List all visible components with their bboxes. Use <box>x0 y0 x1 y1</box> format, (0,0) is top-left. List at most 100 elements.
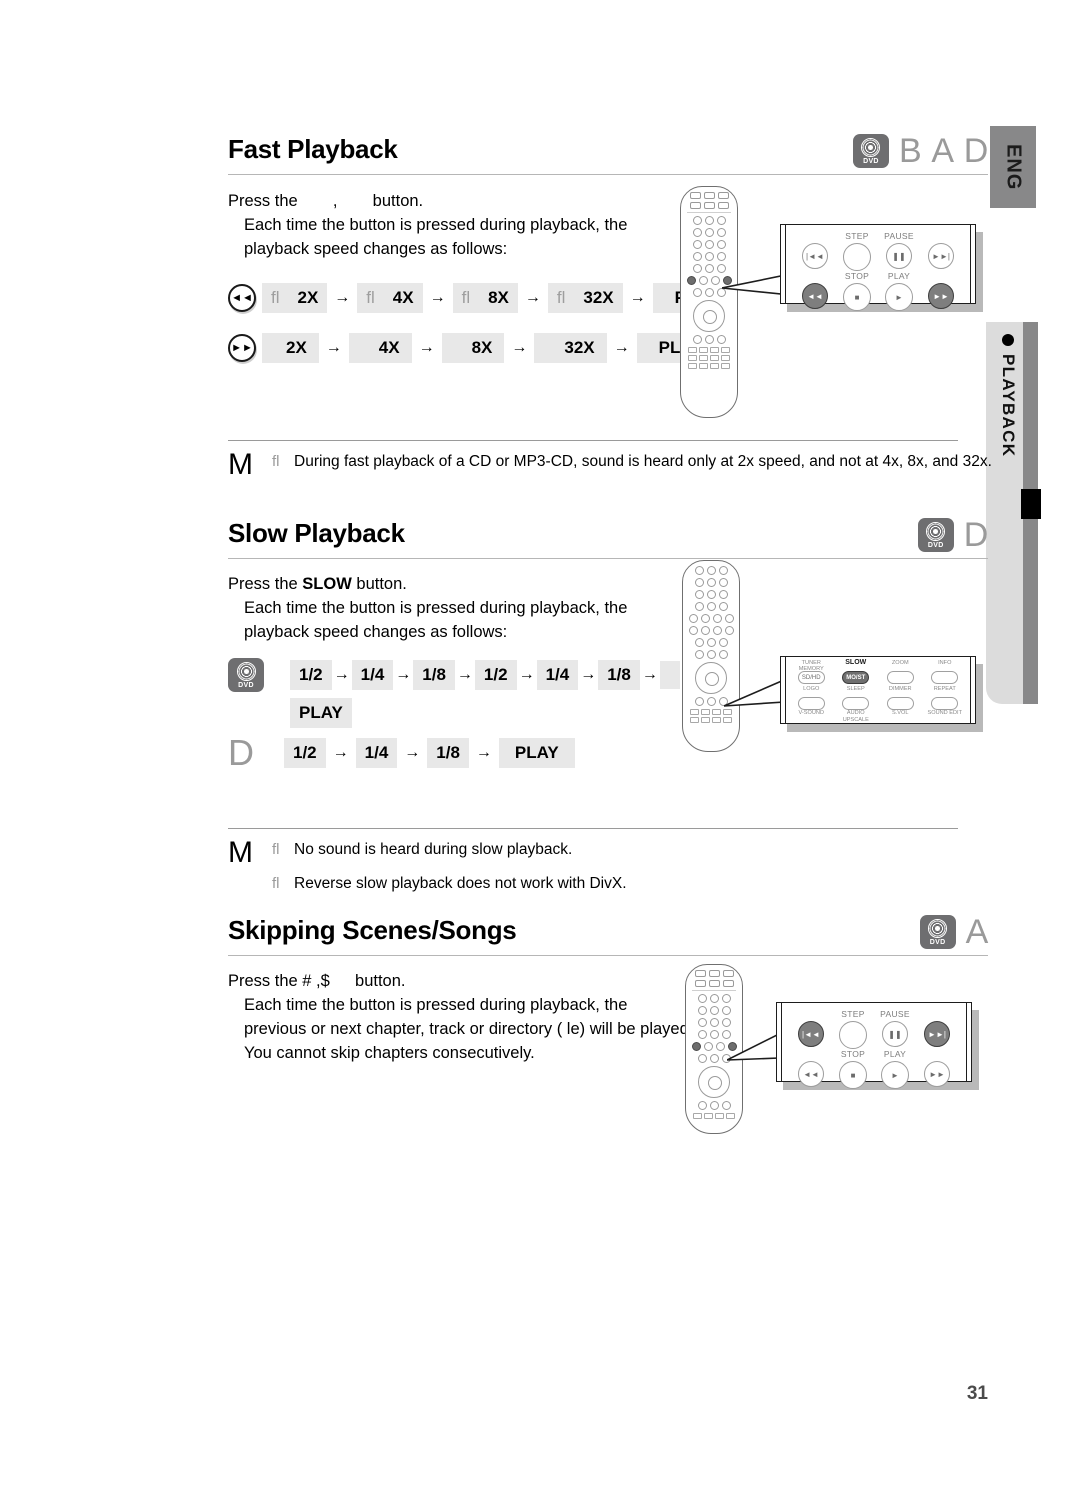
remote-top-row <box>685 192 733 199</box>
page-title-slow-playback: Slow Playback DVD D <box>228 518 988 559</box>
seq-step: 1/2 <box>290 660 332 690</box>
seq-step: 1/4 <box>351 660 394 690</box>
note-marker-icon: M <box>228 448 253 481</box>
note-bullet: fl During fast playback of a CD or MP3-C… <box>272 451 992 473</box>
rewind-button-icon: ◄◄ <box>228 284 256 312</box>
mono-stereo-button[interactable]: MO/ST <box>842 671 870 684</box>
seq-step: 1/2 <box>474 660 517 690</box>
note-fast-playback: M fl During fast playback of a CD or MP3… <box>228 440 992 485</box>
disc-glyph <box>236 661 256 681</box>
step-button[interactable] <box>843 243 871 271</box>
section-tab: PLAYBACK <box>986 322 1030 704</box>
function-sublabel-sound-edit: SOUND EDIT <box>927 710 963 716</box>
function-label-dimmer: DIMMER <box>888 686 912 692</box>
play-button[interactable]: ► <box>881 1061 909 1089</box>
intro-tail: button. <box>356 575 407 593</box>
play-button[interactable]: ► <box>885 283 913 311</box>
language-tab: ENG <box>990 126 1036 208</box>
note-bullet: fl Reverse slow playback does not work w… <box>272 873 958 895</box>
intro-button-name: SLOW <box>302 575 352 593</box>
skip-back-button[interactable]: |◄◄ <box>798 1021 824 1047</box>
disc-type-icons: DVD B A D <box>852 134 988 168</box>
remote-navigation-pad <box>693 300 725 332</box>
seq-arrow: → <box>641 666 658 683</box>
repeat-button[interactable] <box>931 697 959 710</box>
step-button[interactable] <box>839 1021 867 1049</box>
dvd-icon: DVD <box>228 658 264 692</box>
seq-step: 4X <box>348 333 412 363</box>
fast-forward-button[interactable]: ►► <box>924 1061 950 1087</box>
seq-arrow: → <box>333 666 350 683</box>
seq-step-blank <box>659 661 680 689</box>
seq-arrow: → <box>325 339 342 356</box>
remote-numpad-row <box>687 590 735 599</box>
remote-top-row <box>685 202 733 209</box>
seq-step: 1/8 <box>598 660 640 690</box>
skip-forward-button[interactable]: ►►| <box>928 243 954 269</box>
sd-hd-button[interactable]: SD/HD <box>797 671 825 684</box>
disc-type-icons: DVD D <box>917 516 989 554</box>
function-cell-repeat: REPEAT SOUND EDIT <box>926 686 965 724</box>
fast-forward-button[interactable]: ►► <box>928 283 954 309</box>
seq-step: 32X <box>534 333 607 363</box>
disc-glyph <box>926 521 946 541</box>
seq-step: 1/8 <box>413 660 455 690</box>
heading-text: Fast Playback <box>228 134 398 164</box>
note-slow-playback: M fl No sound is heard during slow playb… <box>228 828 958 907</box>
transport-label-row-1: STEP PAUSE <box>794 231 962 243</box>
remote-transport-row <box>687 614 735 623</box>
seq-step: 1/4 <box>355 738 398 768</box>
intro-button-glyphs: # ,$ <box>302 972 330 990</box>
remote-transport-row <box>687 626 735 635</box>
rewind-button[interactable]: ◄◄ <box>798 1061 824 1087</box>
function-label-sleep: SLEEP <box>846 686 865 692</box>
note-row: M fl No sound is heard during slow playb… <box>228 836 958 907</box>
remote-numpad-row <box>690 1006 738 1015</box>
stop-button[interactable]: ■ <box>839 1061 867 1089</box>
note-bullet-glyph: fl <box>272 841 280 858</box>
remote-numpad-row <box>687 566 735 575</box>
disc-letter-d: D <box>963 516 989 554</box>
dimmer-button[interactable] <box>886 697 914 710</box>
callout-pointer <box>724 678 785 707</box>
remote-volume-row <box>687 638 735 647</box>
seq-step: 8X <box>441 333 505 363</box>
callout-inner: TUNER MEMORY SD/HD SLOW MO/ST ZOOM INFO … <box>785 657 971 723</box>
info-button[interactable] <box>931 671 959 684</box>
callout-transport-bottom: STEP PAUSE |◄◄ ❚❚ ►►| STOP PLAY ◄◄ ■ ► ►… <box>776 1002 972 1089</box>
transport-button-row-1: |◄◄ ❚❚ ►►| <box>794 243 962 271</box>
description-line-1: Each time the button is pressed during p… <box>244 599 628 617</box>
seq-step-play: PLAY <box>290 698 352 728</box>
language-tab-label: ENG <box>1002 143 1025 191</box>
seq-arrow: → <box>334 289 351 306</box>
function-label-info: INFO <box>938 660 952 666</box>
remote-function-pad <box>685 347 733 369</box>
seq-step: 1/2 <box>284 738 326 768</box>
remote-function-pad <box>690 1113 738 1119</box>
page-number: 31 <box>966 1383 988 1404</box>
label-play: PLAY <box>883 1049 907 1059</box>
seq-arrow: → <box>580 666 597 683</box>
rewind-button[interactable]: ◄◄ <box>802 283 828 309</box>
skip-forward-button[interactable]: ►►| <box>924 1021 950 1047</box>
seq-arrow: → <box>429 289 446 306</box>
skip-back-button[interactable]: |◄◄ <box>802 243 828 269</box>
intro-text: Press the <box>228 192 298 210</box>
label-pause: PAUSE <box>884 231 914 241</box>
function-cell-tuner-memory: TUNER MEMORY SD/HD <box>792 660 831 684</box>
intro-tail: button. <box>355 972 406 990</box>
sleep-button[interactable] <box>842 697 870 710</box>
function-cell-sleep: SLEEP AUDIO UPSCALE <box>837 686 876 724</box>
pause-button[interactable]: ❚❚ <box>882 1021 908 1047</box>
fast-forward-sequence: ►► 2X → 4X → 8X → 32X → PLAY <box>228 333 988 363</box>
seq-arrow: → <box>524 289 541 306</box>
note-marker-icon: M <box>228 836 253 869</box>
stop-button[interactable]: ■ <box>843 283 871 311</box>
remote-lower-row <box>685 335 733 344</box>
pause-button[interactable]: ❚❚ <box>886 243 912 269</box>
seq-step-play: PLAY <box>498 738 575 768</box>
page-title-skipping-scenes: Skipping Scenes/Songs DVD A <box>228 915 988 956</box>
zoom-button[interactable] <box>886 671 914 684</box>
section-slow-playback: Slow Playback DVD D Press the SLOW butto… <box>228 518 988 771</box>
logo-button[interactable] <box>797 697 825 710</box>
